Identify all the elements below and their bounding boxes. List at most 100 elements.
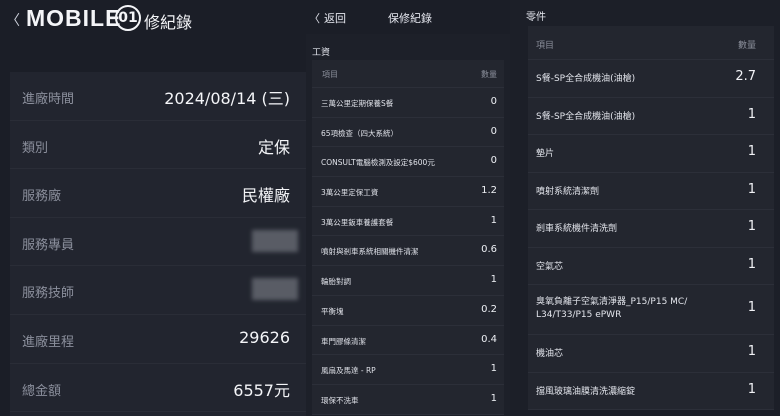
- mobile01-logo-badge: 01: [115, 5, 141, 31]
- item-name: 臭氧負離子空氣清淨器_P15/P15 MC/ L34/T33/P15 ePWR: [536, 297, 688, 320]
- summary-row-mileage: 進廠里程 29626: [10, 315, 306, 364]
- item-qty: 1: [747, 181, 756, 197]
- labor-panel: 〈返回 保修紀錄 工資 項目 數量 三萬公里定期保養S餐 0 65項檢查（四大系統…: [306, 0, 510, 416]
- item-qty: 1: [747, 300, 756, 315]
- mobile01-watermark-logo: MOBILE: [26, 5, 122, 31]
- column-header-item: 項目: [322, 70, 338, 79]
- parts-table: 項目 數量 S餐-SP全合成機油(油槍) 2.7 S餐-SP全合成機油(油槍) 1 …: [528, 26, 774, 410]
- summary-value: 民權廠: [241, 186, 290, 206]
- summary-row-technician: 服務技師: [10, 266, 306, 315]
- summary-card: 進廠時間 2024/08/14 (三) 類別 定保 服務廠 民權廠 服務專員 服…: [10, 72, 306, 416]
- summary-label: 服務技師: [22, 286, 75, 302]
- table-row: 剎車系統機件清洗劑 1: [528, 210, 774, 248]
- item-qty: 1: [490, 274, 497, 286]
- item-name: 墊片: [536, 149, 555, 159]
- summary-label: 服務廠: [22, 189, 62, 205]
- table-header: 項目 數量: [312, 60, 504, 88]
- item-name: 剎車系統機件清洗劑: [536, 224, 618, 234]
- summary-value: 6557元: [233, 380, 290, 400]
- item-name: 空氣芯: [536, 261, 564, 272]
- summary-label: 進廠里程: [22, 334, 75, 350]
- table-row: 環保不洗車 1: [312, 385, 504, 415]
- table-row: S餐-SP全合成機油(油槍) 2.7: [528, 60, 774, 98]
- item-name: 擋風玻璃油膜清洗濃縮錠: [536, 386, 636, 397]
- item-name: 3萬公里鈑車養護套餐: [321, 217, 394, 227]
- item-qty: 1: [747, 219, 756, 234]
- back-button[interactable]: 〈返回: [309, 10, 346, 26]
- item-qty: 1: [747, 144, 756, 159]
- summary-value: 定保: [257, 137, 290, 157]
- back-button[interactable]: 〈: [6, 10, 20, 30]
- summary-value: 2024/08/14 (三): [164, 89, 290, 108]
- chevron-left-icon: 〈: [309, 12, 320, 25]
- item-qty: 1: [747, 344, 756, 359]
- item-name: 風扇及馬達 - RP: [321, 366, 376, 376]
- item-name: 3萬公里定保工資: [321, 188, 379, 198]
- column-header-item: 項目: [536, 41, 555, 51]
- item-qty: 0: [490, 96, 497, 107]
- item-name: 輪胎對調: [321, 277, 351, 287]
- table-row: 65項檢查（四大系統） 0: [312, 118, 504, 148]
- item-name: 平衡塊: [321, 306, 344, 316]
- summary-label: 服務專員: [22, 237, 75, 253]
- section-title-labor: 工資: [312, 48, 331, 58]
- item-qty: 1: [747, 381, 756, 397]
- item-name: 機油芯: [536, 349, 564, 359]
- item-qty: 2.7: [735, 69, 756, 84]
- summary-row-date: 進廠時間 2024/08/14 (三): [10, 72, 306, 121]
- item-qty: 0: [490, 125, 497, 137]
- column-header-qty: 數量: [737, 41, 756, 51]
- item-qty: 0.4: [481, 333, 497, 345]
- table-row: 擋風玻璃油膜清洗濃縮錠 1: [528, 373, 774, 410]
- item-name: 環保不洗車: [321, 395, 359, 405]
- summary-row-service-center: 服務廠 民權廠: [10, 169, 306, 218]
- table-row: 墊片 1: [528, 135, 774, 173]
- page-title: 修紀錄: [144, 13, 193, 32]
- item-name: 噴射與剎車系統相關機件清潔: [321, 247, 419, 257]
- item-name: 三萬公里定期保養S餐: [321, 99, 394, 108]
- item-qty: 0.6: [481, 244, 497, 256]
- table-row: S餐-SP全合成機油(油槍) 1: [528, 98, 774, 135]
- item-name: S餐-SP全合成機油(油槍): [536, 111, 636, 122]
- item-name: 噴射系統清潔劑: [536, 186, 600, 197]
- item-qty: 1: [490, 363, 497, 375]
- labor-table: 項目 數量 三萬公里定期保養S餐 0 65項檢查（四大系統） 0 CONSULT電腦…: [312, 60, 504, 415]
- table-row: 臭氧負離子空氣清淨器_P15/P15 MC/ L34/T33/P15 ePWR 1: [528, 285, 774, 335]
- labor-header: 〈返回 保修紀錄: [306, 0, 510, 34]
- item-qty: 1: [747, 256, 756, 272]
- item-name: 65項檢查（四大系統）: [321, 128, 399, 138]
- item-qty: 0: [490, 155, 497, 167]
- item-qty: 1: [490, 214, 497, 226]
- redacted-name: [252, 278, 298, 301]
- summary-row-total: 總金額 6557元: [10, 364, 306, 413]
- table-row: 3萬公里定保工資 1.2: [312, 177, 504, 207]
- item-name: S餐-SP全合成機油(油槍): [536, 74, 636, 84]
- item-qty: 1.2: [481, 185, 497, 197]
- column-header-qty: 數量: [481, 70, 497, 79]
- item-qty: 1: [747, 106, 756, 122]
- item-qty: 1: [490, 392, 497, 404]
- maintenance-summary-panel: 〈 MOBILE 01 修紀錄 進廠時間 2024/08/14 (三) 類別 定…: [0, 0, 306, 416]
- table-row: 噴射系統清潔劑 1: [528, 173, 774, 210]
- table-row: 輪胎對調 1: [312, 266, 504, 296]
- table-header: 項目 數量: [528, 26, 774, 60]
- summary-label: 進廠時間: [22, 92, 75, 107]
- table-row: 車門膠條清潔 0.4: [312, 326, 504, 356]
- table-row: 空氣芯 1: [528, 248, 774, 285]
- summary-row-advisor: 服務專員: [10, 218, 306, 267]
- parts-panel: 零件 項目 數量 S餐-SP全合成機油(油槍) 2.7 S餐-SP全合成機油(油槍…: [510, 0, 780, 416]
- summary-label: 總金額: [22, 383, 62, 399]
- item-qty: 0.2: [481, 303, 497, 315]
- table-row: 3萬公里鈑車養護套餐 1: [312, 207, 504, 237]
- summary-label: 類別: [22, 140, 49, 156]
- item-name: CONSULT電腦檢測及設定$600元: [321, 158, 435, 168]
- table-row: 風扇及馬達 - RP 1: [312, 355, 504, 385]
- table-row: 平衡塊 0.2: [312, 296, 504, 326]
- redacted-name: [252, 229, 298, 252]
- table-row: 三萬公里定期保養S餐 0: [312, 88, 504, 118]
- table-row: 噴射與剎車系統相關機件清潔 0.6: [312, 236, 504, 267]
- page-title: 保修紀錄: [388, 12, 432, 25]
- table-row: 機油芯 1: [528, 335, 774, 373]
- table-row: CONSULT電腦檢測及設定$600元 0: [312, 147, 504, 178]
- summary-header: 〈 MOBILE 01 修紀錄: [0, 0, 306, 40]
